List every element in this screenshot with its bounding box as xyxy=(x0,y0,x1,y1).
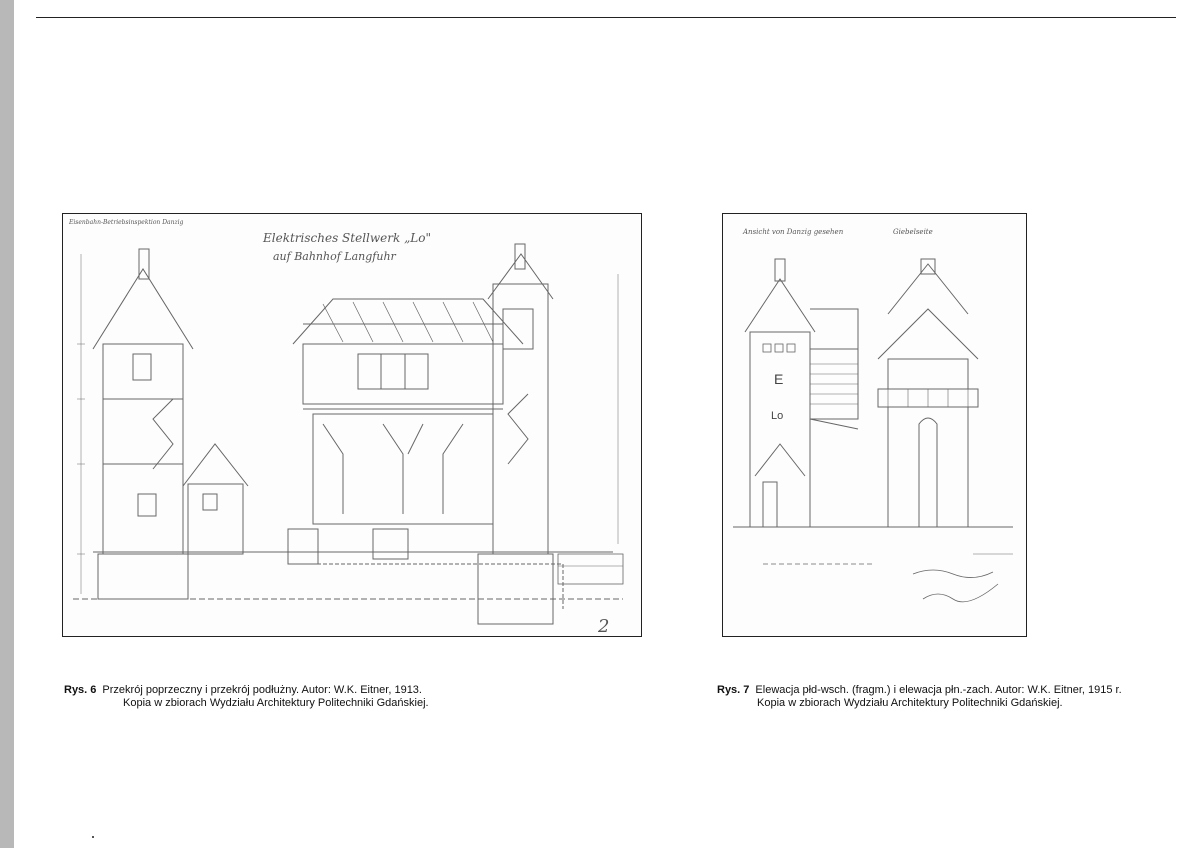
drawing-6-title-line2: auf Bahnhof Langfuhr xyxy=(273,250,397,263)
caption-6-number: Rys. 6 xyxy=(64,684,97,696)
caption-6-line1: Przekrój poprzeczny i przekrój podłużny.… xyxy=(102,684,422,696)
drawing-6-sheet-number: 2 xyxy=(597,616,609,635)
drawing-6-title-line1: Elektrisches Stellwerk „Lo" xyxy=(262,231,431,245)
caption-7-line1: Elewacja płd-wsch. (fragm.) i elewacja p… xyxy=(755,684,1122,696)
caption-figure-7: Rys. 7 Elewacja płd-wsch. (fragm.) i elew… xyxy=(717,684,1177,710)
caption-7-line2: Kopia w zbiorach Wydziału Architektury P… xyxy=(757,697,1063,709)
figure-6-drawing: Elektrisches Stellwerk „Lo" auf Bahnhof … xyxy=(62,213,642,637)
caption-7-number: Rys. 7 xyxy=(717,684,750,696)
scan-speck xyxy=(92,836,94,838)
header-rule xyxy=(36,17,1176,18)
drawing-7-label-left: Ansicht von Danzig gesehen xyxy=(742,228,844,236)
drawing-6-corner-note: Eisenbahn-Betriebsinspektion Danzig xyxy=(68,219,184,226)
figure-7-sketch: Ansicht von Danzig gesehen Giebelseite E… xyxy=(733,228,1013,603)
scan-edge xyxy=(0,0,14,848)
figure-7-drawing: Ansicht von Danzig gesehen Giebelseite E… xyxy=(722,213,1027,637)
caption-6-line2: Kopia w zbiorach Wydziału Architektury P… xyxy=(123,697,429,709)
drawing-7-label-right: Giebelseite xyxy=(893,228,933,236)
figure-6-sketch: Elektrisches Stellwerk „Lo" auf Bahnhof … xyxy=(68,219,624,635)
tower-letter-e: E xyxy=(774,371,783,387)
caption-figure-6: Rys. 6 Przekrój poprzeczny i przekrój pod… xyxy=(64,684,524,710)
tower-letter-lo: Lo xyxy=(771,410,783,422)
